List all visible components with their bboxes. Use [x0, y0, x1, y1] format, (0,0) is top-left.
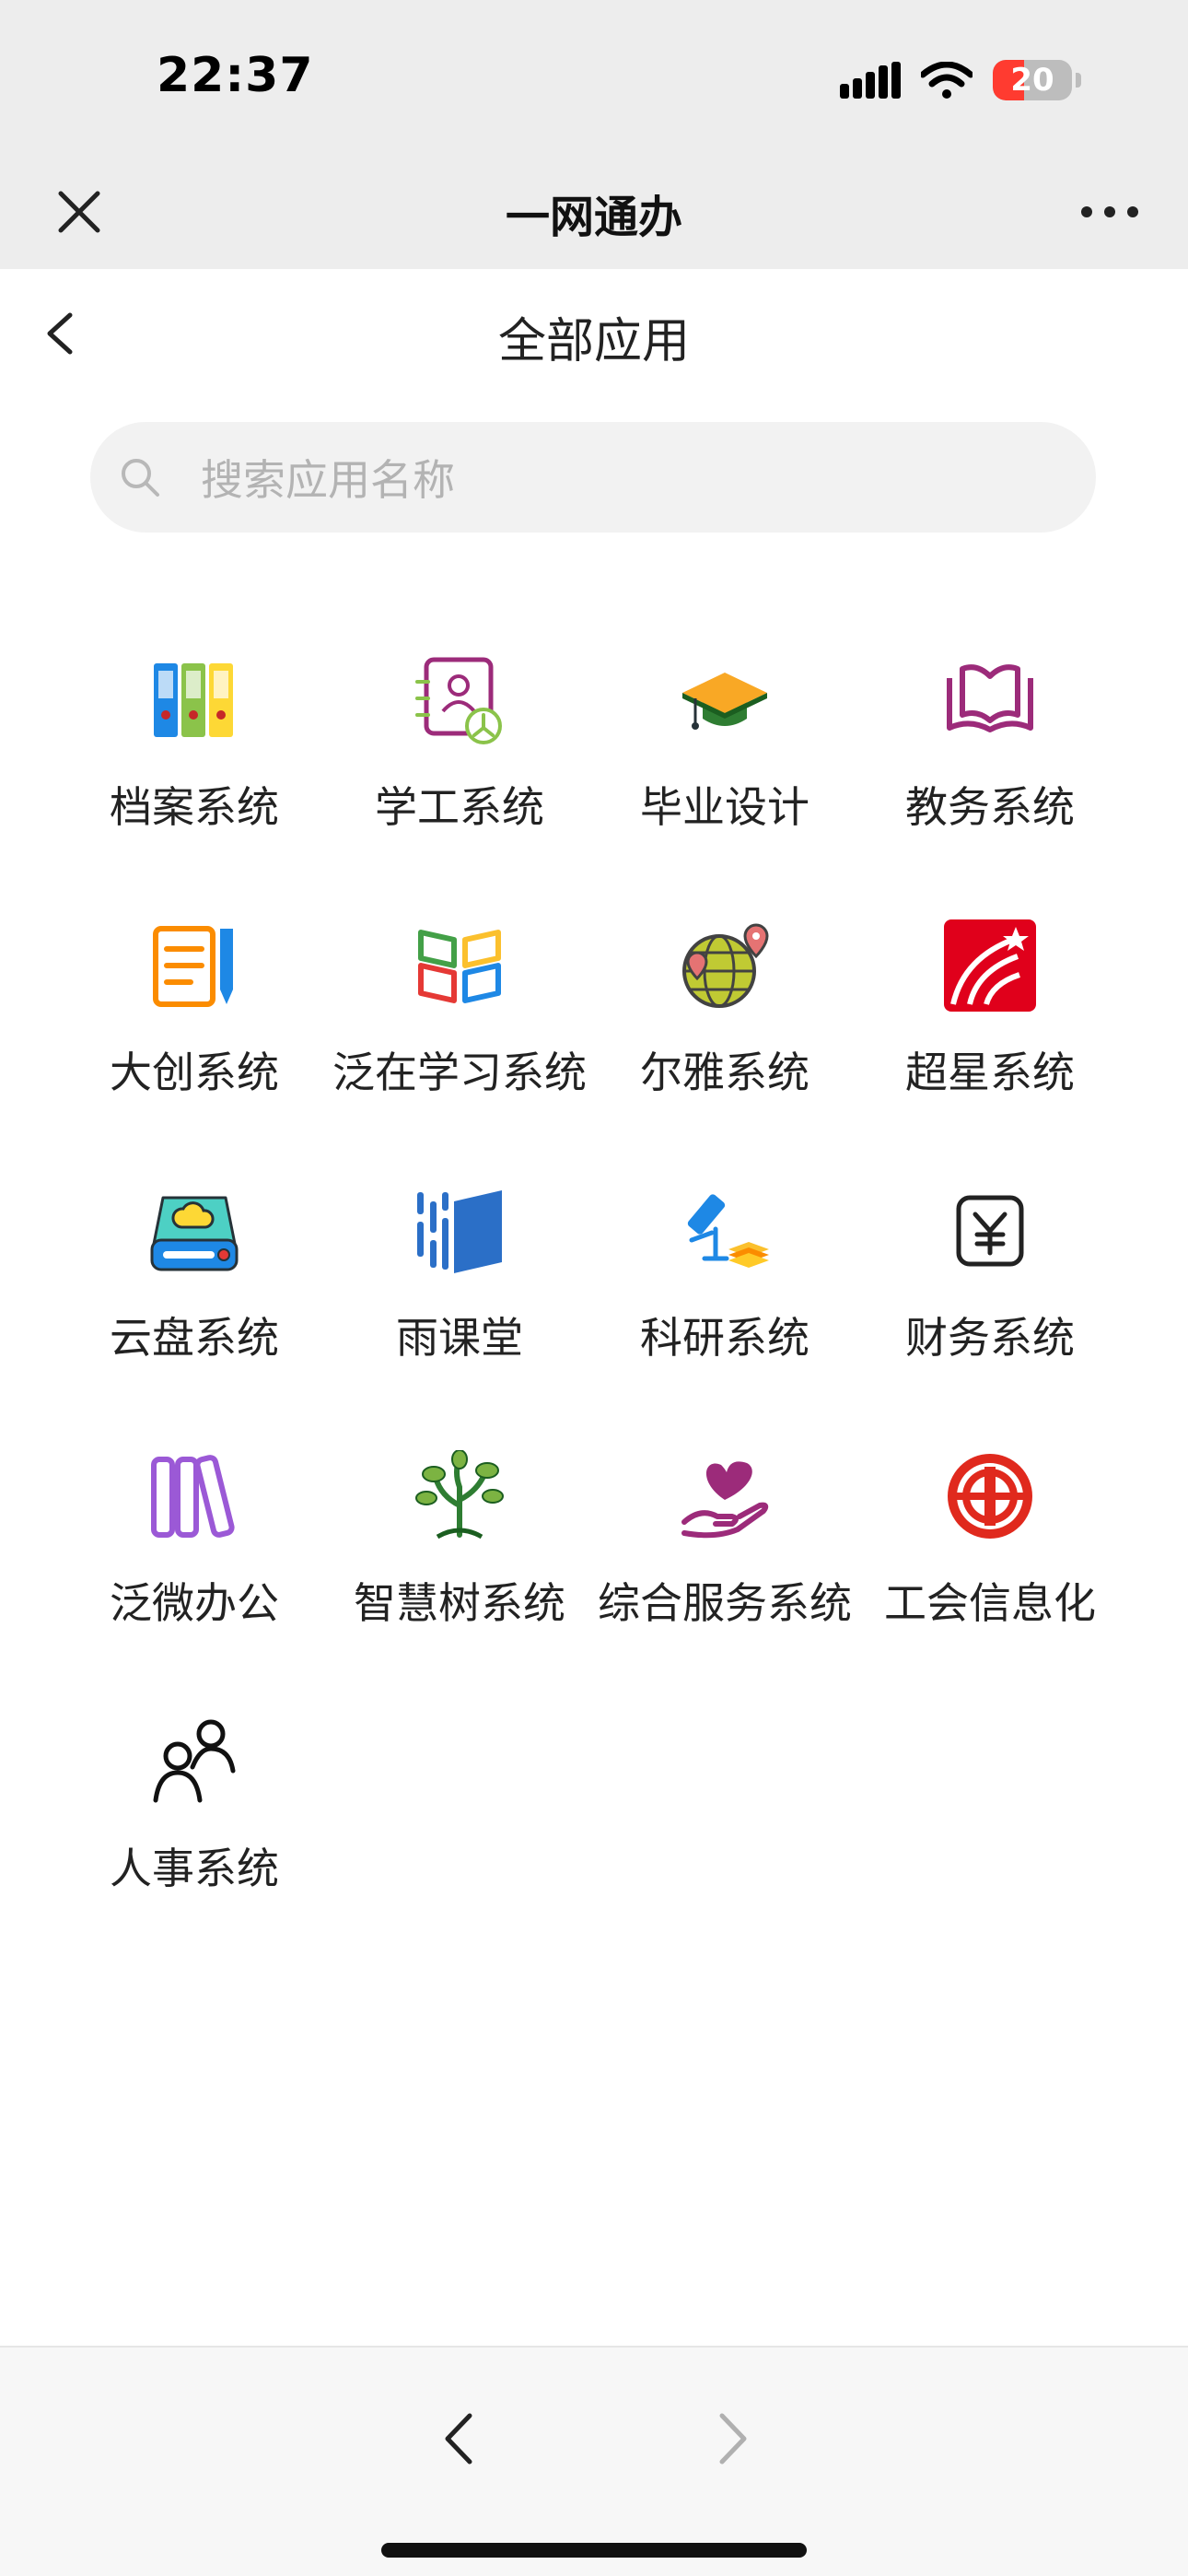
search-input[interactable]: 搜索应用名称: [90, 422, 1096, 533]
wifi-icon: [921, 62, 973, 99]
app-label: 泛在学习系统: [332, 1048, 587, 1097]
battery-cap: [1076, 73, 1081, 88]
app-label: 泛微办公: [110, 1578, 279, 1628]
app-label: 工会信息化: [884, 1578, 1096, 1628]
yuan-icon: [956, 1195, 1024, 1267]
app-item[interactable]: 智慧树系统: [326, 1432, 593, 1671]
search-icon: [122, 459, 159, 497]
app-item[interactable]: 工会信息化: [856, 1432, 1124, 1671]
app-label: 人事系统: [110, 1844, 279, 1893]
app-item[interactable]: 大创系统: [61, 901, 328, 1141]
battery-percent: 20: [1010, 62, 1054, 99]
app-label: 档案系统: [110, 782, 279, 832]
tree-icon: [415, 1450, 504, 1540]
status-icons: 20: [840, 57, 1081, 103]
app-label: 智慧树系统: [354, 1578, 565, 1628]
app-label: 财务系统: [905, 1313, 1075, 1363]
open-book-icon: [947, 664, 1033, 732]
app-item[interactable]: 科研系统: [591, 1166, 858, 1406]
microscope-icon: [687, 1194, 769, 1268]
app-label: 大创系统: [110, 1048, 279, 1097]
app-label: 云盘系统: [110, 1313, 279, 1363]
binders-icon: [154, 663, 233, 737]
status-time: 22:37: [157, 48, 314, 103]
app-label: 教务系统: [905, 782, 1075, 832]
app-item[interactable]: 教务系统: [856, 636, 1124, 875]
app-item[interactable]: 综合服务系统: [591, 1432, 858, 1671]
more-icon[interactable]: [1077, 184, 1142, 240]
student-profile-icon: [415, 657, 502, 744]
home-indicator[interactable]: [381, 2543, 807, 2558]
app-item[interactable]: 尔雅系统: [591, 901, 858, 1141]
app-label: 综合服务系统: [598, 1578, 852, 1628]
status-bar: 22:37 20: [0, 0, 1188, 157]
chaoxing-logo-icon: [944, 919, 1036, 1012]
signal-icon: [840, 62, 901, 99]
app-item[interactable]: 雨课堂: [326, 1166, 593, 1406]
bottom-toolbar: [0, 2346, 1188, 2576]
nav-title: 一网通办: [505, 192, 682, 243]
app-label: 毕业设计: [640, 782, 809, 832]
page-header: 全部应用: [0, 269, 1188, 398]
battery-indicator: 20: [993, 60, 1072, 100]
heart-hand-icon: [681, 1461, 769, 1539]
app-item[interactable]: 档案系统: [61, 636, 328, 875]
app-label: 学工系统: [375, 782, 544, 832]
app-item[interactable]: 人事系统: [61, 1697, 328, 1937]
app-item[interactable]: 学工系统: [326, 636, 593, 875]
notepad-pencil-icon: [153, 926, 233, 1007]
rain-classroom-icon: [417, 1190, 502, 1273]
app-item[interactable]: 超星系统: [856, 901, 1124, 1141]
union-logo-icon: [948, 1454, 1032, 1539]
app-item[interactable]: 毕业设计: [591, 636, 858, 875]
navigation-bar: 一网通办: [0, 157, 1188, 269]
app-item[interactable]: 云盘系统: [61, 1166, 328, 1406]
app-label: 科研系统: [640, 1313, 809, 1363]
cloud-drive-icon: [150, 1196, 239, 1271]
forward-arrow-icon[interactable]: [707, 2406, 759, 2471]
books-icon: [151, 1455, 235, 1538]
back-arrow-icon[interactable]: [433, 2406, 484, 2471]
app-item[interactable]: 泛在学习系统: [326, 901, 593, 1141]
graduation-cap-icon: [682, 673, 767, 730]
people-icon: [153, 1719, 236, 1803]
app-label: 超星系统: [905, 1048, 1075, 1097]
page-title: 全部应用: [497, 314, 690, 369]
app-item[interactable]: 财务系统: [856, 1166, 1124, 1406]
globe-pin-icon: [682, 923, 769, 1008]
colorful-book-icon: [418, 930, 501, 1003]
search-placeholder: 搜索应用名称: [201, 455, 455, 505]
app-label: 尔雅系统: [640, 1048, 809, 1097]
app-label: 雨课堂: [396, 1313, 523, 1363]
app-item[interactable]: 泛微办公: [61, 1432, 328, 1671]
